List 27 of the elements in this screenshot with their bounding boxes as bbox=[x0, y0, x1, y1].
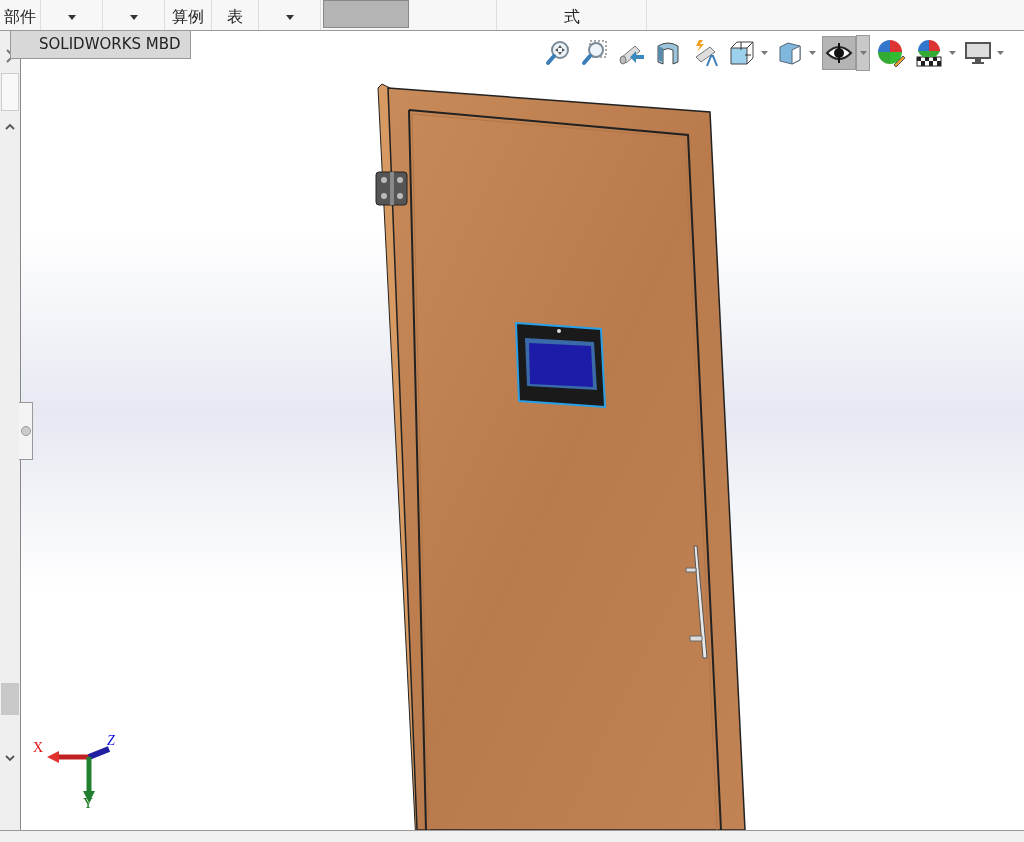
monitor-icon bbox=[965, 41, 991, 65]
ribbon-button[interactable]: 部件 bbox=[0, 0, 41, 30]
hinge-drawing bbox=[375, 171, 408, 206]
color-ball-pencil-icon bbox=[877, 39, 905, 67]
scroll-up-icon[interactable] bbox=[5, 123, 15, 130]
shaded-cube-icon bbox=[777, 40, 803, 66]
caret-icon bbox=[129, 14, 138, 20]
toolbar-button[interactable] bbox=[822, 36, 856, 70]
zoom-to-fit-icon bbox=[545, 40, 571, 66]
panel-collapse-handle[interactable] bbox=[19, 402, 33, 460]
ribbon-button[interactable]: 表 bbox=[212, 0, 259, 30]
scroll-thumb[interactable] bbox=[1, 683, 19, 715]
y-axis-label: Y bbox=[83, 797, 94, 811]
ribbon-button[interactable]: 算例 bbox=[165, 0, 212, 30]
caret-icon bbox=[67, 14, 76, 20]
eye-icon bbox=[825, 42, 853, 64]
ribbon-button[interactable]: 式 bbox=[497, 0, 647, 30]
color-ball-checkerboard-icon bbox=[915, 39, 943, 67]
z-axis-label: Z bbox=[107, 734, 115, 748]
cube-orientation-icon bbox=[729, 40, 755, 66]
scroll-down-icon[interactable] bbox=[5, 755, 15, 762]
x-axis-label: X bbox=[33, 741, 44, 755]
x-axis-arrow bbox=[47, 751, 89, 763]
section-view-icon bbox=[655, 40, 681, 66]
zoom-area-icon bbox=[581, 40, 607, 66]
tab[interactable]: SOLIDWORKS MBD bbox=[10, 31, 191, 59]
caret-icon bbox=[285, 14, 294, 20]
